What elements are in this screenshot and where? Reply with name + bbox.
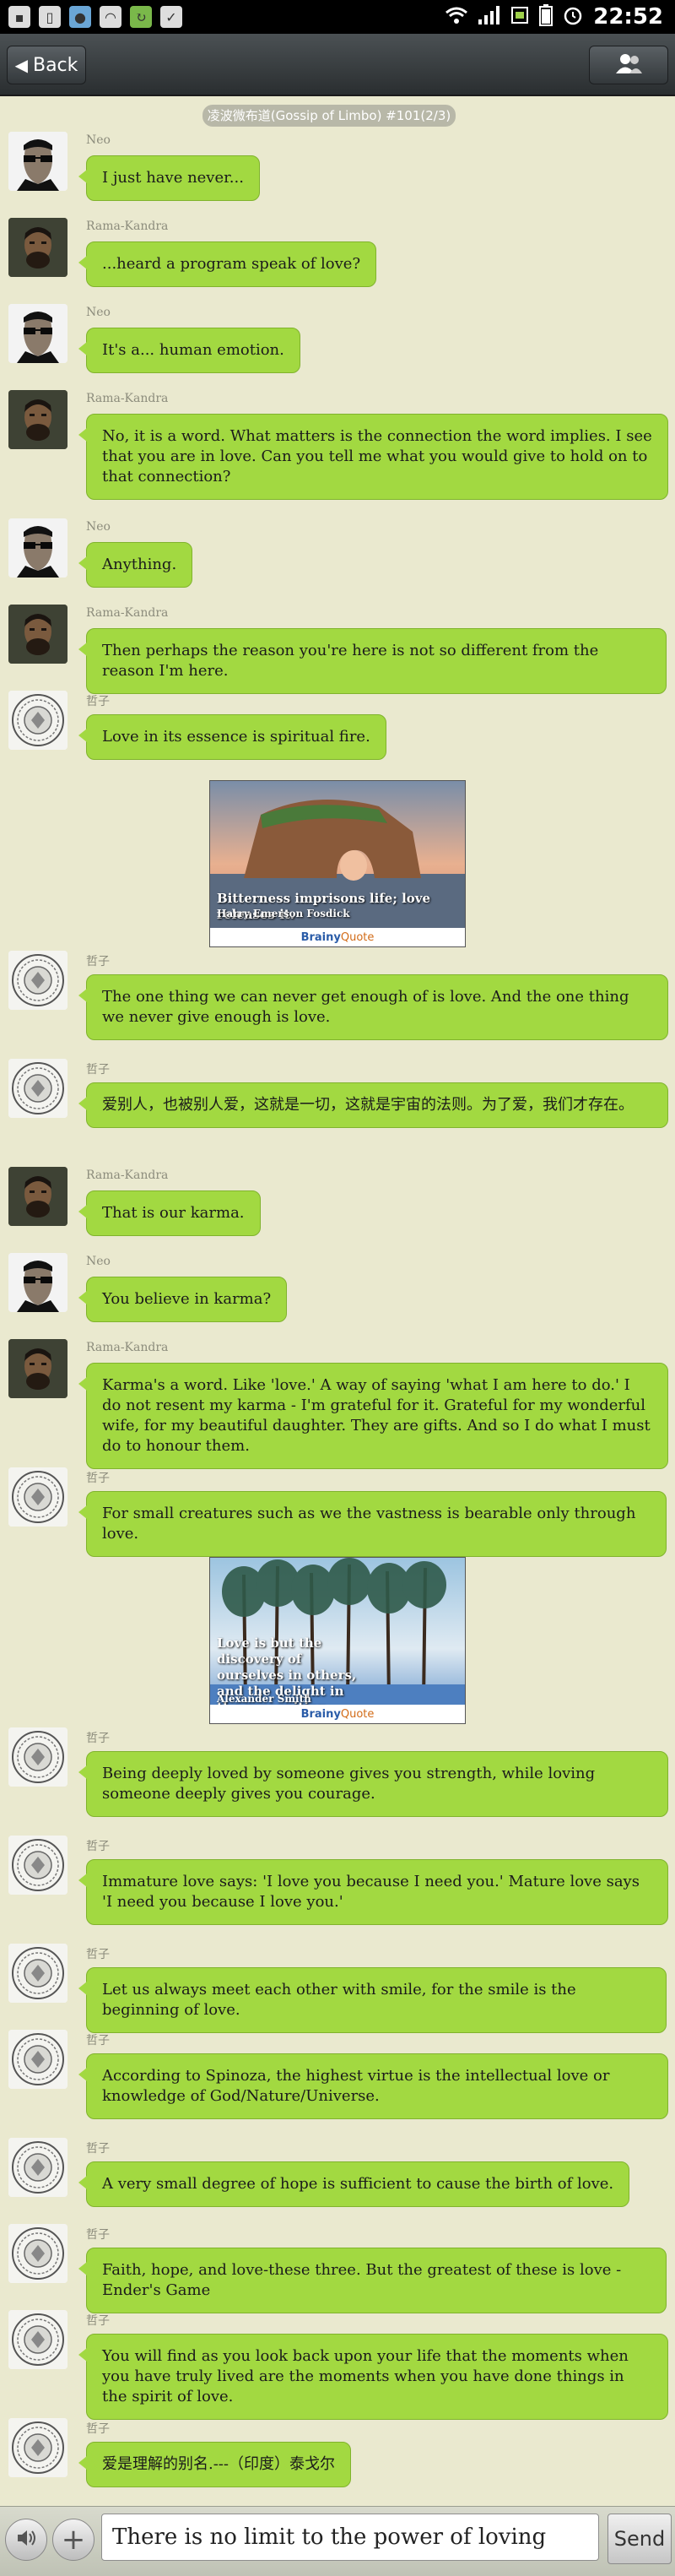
message-bubble[interactable]: Anything.	[78, 542, 193, 588]
quote-author: Alexander Smith	[217, 1693, 311, 1705]
quote-image[interactable]: Love is but the discovery of ourselves i…	[209, 1557, 466, 1724]
avatar-rama-kandra[interactable]	[8, 1339, 68, 1398]
message-bubble[interactable]: 爱别人，也被别人爱，这就是一切，这就是宇宙的法则。为了爱，我们才存在。	[78, 1082, 668, 1128]
message-bubble[interactable]: Immature love says: 'I love you because …	[78, 1859, 668, 1925]
qq-icon: ●	[69, 6, 91, 28]
contacts-icon	[614, 52, 643, 78]
message-bubble[interactable]: Let us always meet each other with smile…	[78, 1967, 667, 2033]
message-bubble[interactable]: Love in its essence is spiritual fire.	[78, 714, 386, 760]
sender-name: Rama-Kandra	[86, 220, 169, 233]
message-bubble[interactable]: That is our karma.	[78, 1190, 261, 1236]
signal-icon	[478, 6, 500, 28]
avatar-seal[interactable]	[8, 1727, 68, 1787]
sender-name: 哲子	[86, 1732, 110, 1745]
contacts-button[interactable]	[589, 46, 668, 84]
brainyquote-logo: Brainy Quote	[210, 928, 465, 946]
avatar-neo[interactable]	[8, 304, 68, 363]
wifi-icon	[445, 6, 468, 28]
sender-name: Neo	[86, 133, 111, 147]
sim-icon	[510, 6, 529, 28]
avatar-seal[interactable]	[8, 2030, 68, 2089]
sender-name: 哲子	[86, 2228, 110, 2242]
battery-icon	[539, 4, 554, 30]
sync-icon: ↻	[130, 6, 152, 28]
message-bubble[interactable]: You will find as you look back upon your…	[78, 2334, 668, 2420]
alarm-icon	[563, 5, 583, 29]
avatar-rama-kandra[interactable]	[8, 605, 68, 664]
sender-name: 哲子	[86, 1472, 110, 1485]
speaker-icon	[14, 2526, 38, 2553]
message-bubble[interactable]: Being deeply loved by someone gives you …	[78, 1751, 668, 1817]
status-bar: ▪ ▯ ● ◠ ↻ ✓ 22:52	[0, 0, 675, 34]
message-bubble[interactable]: For small creatures such as we the vastn…	[78, 1491, 667, 1557]
message-bubble[interactable]: Faith, hope, and love-these three. But t…	[78, 2248, 667, 2313]
sender-name: Rama-Kandra	[86, 606, 169, 620]
avatar-seal[interactable]	[8, 2310, 68, 2369]
sender-name: Neo	[86, 520, 111, 534]
message-bubble[interactable]: I just have never...	[78, 155, 260, 201]
brainyquote-logo: Brainy Quote	[210, 1705, 465, 1723]
sender-name: 哲子	[86, 1948, 110, 1961]
back-label: Back	[32, 54, 78, 76]
message-bubble[interactable]: It's a... human emotion.	[78, 328, 300, 373]
message-bubble[interactable]: Karma's a word. Like 'love.' A way of sa…	[78, 1363, 668, 1469]
title-bar: ◀ Back	[0, 34, 675, 96]
input-bar: + Send	[0, 2506, 675, 2576]
message-bubble[interactable]: 爱是理解的别名.---（印度）泰戈尔	[78, 2442, 351, 2487]
message-bubble[interactable]: A very small degree of hope is sufficien…	[78, 2161, 630, 2207]
avatar-neo[interactable]	[8, 1253, 68, 1312]
voice-button[interactable]	[5, 2519, 47, 2561]
sender-name: 哲子	[86, 1840, 110, 1853]
sender-name: Neo	[86, 1255, 111, 1268]
avatar-seal[interactable]	[8, 1059, 68, 1118]
add-attachment-button[interactable]: +	[52, 2519, 94, 2561]
message-input[interactable]	[101, 2514, 599, 2561]
avatar-seal[interactable]	[8, 691, 68, 750]
sender-name: 哲子	[86, 2142, 110, 2156]
sender-name: 哲子	[86, 1063, 110, 1076]
avatar-neo[interactable]	[8, 518, 68, 578]
sender-name: Rama-Kandra	[86, 1169, 169, 1182]
check-icon: ✓	[160, 6, 182, 28]
chevron-left-icon: ◀	[14, 55, 28, 75]
back-button[interactable]: ◀ Back	[7, 46, 86, 84]
sender-name: 哲子	[86, 695, 110, 708]
avatar-neo[interactable]	[8, 132, 68, 191]
avatar-rama-kandra[interactable]	[8, 1167, 68, 1226]
avatar-rama-kandra[interactable]	[8, 218, 68, 277]
quote-author: Harry Emerson Fosdick	[217, 908, 350, 919]
quote-image[interactable]: Bitterness imprisons life; love releases…	[209, 780, 466, 947]
sender-name: 哲子	[86, 2314, 110, 2328]
avatar-seal[interactable]	[8, 1836, 68, 1895]
message-bubble[interactable]: According to Spinoza, the highest virtue…	[78, 2053, 668, 2119]
message-bubble[interactable]: Then perhaps the reason you're here is n…	[78, 628, 667, 694]
sender-name: 哲子	[86, 2034, 110, 2047]
plus-icon: +	[61, 2523, 86, 2557]
avatar-seal[interactable]	[8, 2418, 68, 2477]
headset-icon: ◠	[100, 6, 122, 28]
sender-name: Neo	[86, 306, 111, 319]
phone-icon: ▯	[39, 6, 61, 28]
sender-name: Rama-Kandra	[86, 392, 169, 405]
sender-name: 哲子	[86, 2422, 110, 2436]
avatar-seal[interactable]	[8, 1467, 68, 1527]
message-bubble[interactable]: The one thing we can never get enough of…	[78, 974, 668, 1040]
notification-icon: ▪	[8, 6, 30, 28]
avatar-seal[interactable]	[8, 1944, 68, 2003]
avatar-seal[interactable]	[8, 2138, 68, 2197]
message-bubble[interactable]: You believe in karma?	[78, 1277, 288, 1322]
sender-name: 哲子	[86, 955, 110, 968]
chat-title: 凌波微布道(Gossip of Limbo) #101(2/3)	[202, 105, 456, 127]
avatar-seal[interactable]	[8, 951, 68, 1010]
avatar-rama-kandra[interactable]	[8, 390, 68, 449]
message-bubble[interactable]: ...heard a program speak of love?	[78, 241, 377, 287]
avatar-seal[interactable]	[8, 2224, 68, 2283]
message-bubble[interactable]: No, it is a word. What matters is the co…	[78, 414, 668, 500]
clock: 22:52	[593, 4, 663, 30]
sender-name: Rama-Kandra	[86, 1341, 169, 1354]
send-button[interactable]: Send	[608, 2514, 672, 2564]
